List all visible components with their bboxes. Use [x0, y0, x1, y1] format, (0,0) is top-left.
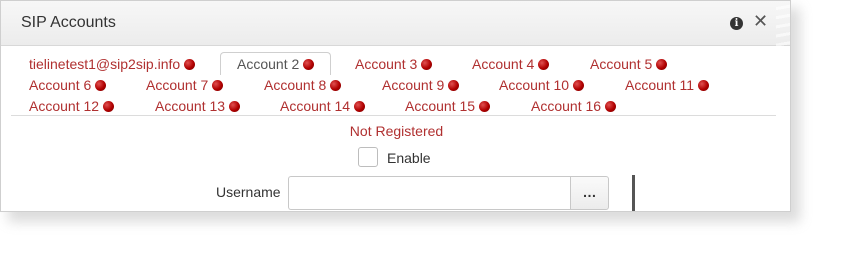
status-dot-icon [538, 58, 550, 70]
status-dot-icon [421, 58, 433, 70]
enable-checkbox[interactable] [358, 147, 378, 167]
status-dot-icon [303, 58, 315, 70]
tab-label: Account 4 [472, 56, 535, 72]
tab-label: Account 8 [264, 77, 327, 93]
tab-label: Account 13 [155, 98, 226, 114]
tab-account-14[interactable]: Account 14 [280, 98, 366, 114]
tab-label: Account 15 [405, 98, 476, 114]
tab-label: Account 7 [146, 77, 209, 93]
tab-account-9[interactable]: Account 9 [382, 77, 460, 93]
status-dot-icon [479, 100, 491, 112]
dialog-titlebar: SIP Accounts i ✕ [1, 1, 790, 46]
tab-label: Account 10 [499, 77, 570, 93]
tab-account-7[interactable]: Account 7 [146, 77, 224, 93]
tab-label: Account 6 [29, 77, 92, 93]
tab-label: Account 16 [531, 98, 602, 114]
tab-account-2[interactable]: Account 2 [220, 52, 332, 75]
tab-label: Account 5 [590, 56, 653, 72]
ellipsis-icon: … [582, 184, 597, 200]
tab-account-1[interactable]: tielinetest1@sip2sip.info [29, 56, 196, 72]
username-more-button[interactable]: … [570, 176, 609, 210]
status-dot-icon [605, 100, 617, 112]
tab-account-10[interactable]: Account 10 [499, 77, 585, 93]
status-dot-icon [212, 79, 224, 91]
tab-account-11[interactable]: Account 11 [625, 77, 710, 93]
tab-account-4[interactable]: Account 4 [472, 56, 550, 72]
status-dot-icon [698, 79, 710, 91]
tab-account-3[interactable]: Account 3 [355, 56, 433, 72]
tab-account-16[interactable]: Account 16 [531, 98, 617, 114]
enable-label: Enable [387, 150, 431, 166]
tab-label: Account 12 [29, 98, 100, 114]
dialog-title: SIP Accounts [21, 14, 116, 31]
info-icon[interactable]: i [730, 17, 743, 30]
tab-account-8[interactable]: Account 8 [264, 77, 342, 93]
registration-status: Not Registered [349, 123, 444, 139]
status-dot-icon [184, 58, 196, 70]
tab-label: Account 2 [237, 56, 300, 72]
tab-label: Account 9 [382, 77, 445, 93]
status-dot-icon [95, 79, 107, 91]
tab-label: tielinetest1@sip2sip.info [29, 56, 181, 72]
status-dot-icon [103, 100, 115, 112]
status-dot-icon [573, 79, 585, 91]
username-label: Username [216, 184, 281, 200]
tab-account-6[interactable]: Account 6 [29, 77, 107, 93]
username-input[interactable] [288, 176, 571, 210]
close-icon[interactable]: ✕ [753, 11, 768, 32]
tab-label: Account 14 [280, 98, 351, 114]
status-dot-icon [656, 58, 668, 70]
tabs-divider [11, 115, 776, 116]
sip-accounts-dialog: SIP Accounts i ✕ tielinetest1@sip2sip.in… [0, 0, 791, 212]
tab-label: Account 11 [625, 77, 695, 93]
torn-edge [776, 1, 790, 211]
tab-account-15[interactable]: Account 15 [405, 98, 491, 114]
status-dot-icon [354, 100, 366, 112]
status-dot-icon [330, 79, 342, 91]
status-dot-icon [448, 79, 460, 91]
tab-label: Account 3 [355, 56, 418, 72]
tab-account-13[interactable]: Account 13 [155, 98, 241, 114]
tab-account-5[interactable]: Account 5 [590, 56, 668, 72]
tab-account-12[interactable]: Account 12 [29, 98, 115, 114]
scrollbar[interactable] [632, 175, 635, 211]
status-dot-icon [229, 100, 241, 112]
